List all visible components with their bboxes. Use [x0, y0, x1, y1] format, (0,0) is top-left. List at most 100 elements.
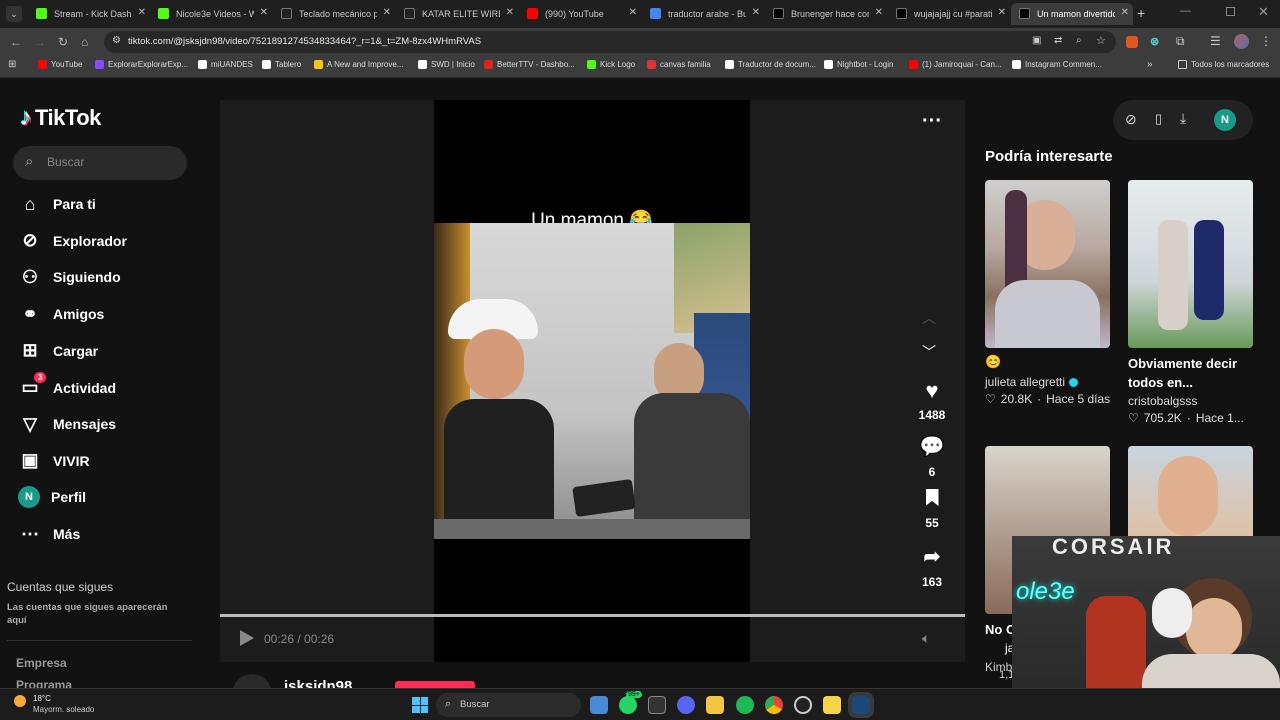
recommend-card-2-thumb[interactable]: [1128, 180, 1253, 348]
bookmark-item[interactable]: miUANDES: [198, 60, 253, 69]
nav-item-inbox[interactable]: ▭ 3 Actividad: [18, 371, 116, 400]
chrome-icon[interactable]: [765, 696, 783, 714]
more-options-icon[interactable]: ···: [922, 110, 942, 133]
url-text[interactable]: tiktok.com/@jsksjdn98/video/752189127453…: [128, 36, 481, 47]
author-avatar[interactable]: [232, 674, 272, 688]
browser-tab[interactable]: traductor arabe - Bus ✕: [642, 3, 764, 25]
prev-video-icon[interactable]: ︿: [922, 308, 936, 328]
browser-tab[interactable]: (990) YouTube ✕: [519, 3, 641, 25]
obs-icon[interactable]: [794, 696, 812, 714]
nav-item-upload[interactable]: ⊞ Cargar: [18, 339, 98, 363]
reload-icon[interactable]: ↻: [58, 35, 68, 49]
tab-close-icon[interactable]: ✕: [998, 7, 1006, 18]
comment-button[interactable]: 💬 6: [912, 434, 952, 479]
like-button[interactable]: ♥ 1488: [912, 378, 952, 422]
whatsapp-icon[interactable]: [619, 696, 637, 714]
bookmark-item[interactable]: Instagram Commen...: [1012, 60, 1102, 69]
nav-item-compass[interactable]: ⊘ Explorador: [18, 229, 126, 253]
bookmark-item[interactable]: Nightbot - Login: [824, 60, 893, 69]
save-button[interactable]: 55: [912, 489, 952, 530]
follow-button[interactable]: [395, 681, 475, 688]
weather-temp[interactable]: 18°C: [33, 694, 51, 703]
nav-item-home[interactable]: ⌂ Para ti: [18, 192, 96, 216]
browser-tab[interactable]: Nicole3e Videos - Wa ✕: [150, 3, 272, 25]
weather-icon[interactable]: [14, 695, 26, 707]
minimize-button[interactable]: —: [1180, 5, 1191, 17]
tab-search-icon[interactable]: ⌄: [6, 6, 22, 22]
tab-close-icon[interactable]: ✕: [629, 7, 637, 18]
tiktok-logo[interactable]: ♪ TikTok: [20, 104, 101, 132]
back-icon[interactable]: ←: [10, 35, 22, 49]
file-explorer-icon[interactable]: [706, 696, 724, 714]
play-icon[interactable]: [240, 630, 254, 646]
video-player[interactable]: Un mamon 😂 ··· ︿ ﹀ ♥ 1488 💬 6 55 ➦ 163 0…: [220, 100, 965, 662]
url-bar[interactable]: ⚙ tiktok.com/@jsksjdn98/video/7521891274…: [104, 31, 1116, 53]
home-icon[interactable]: ⌂: [81, 35, 88, 49]
extensions-puzzle-icon[interactable]: ⧉: [1176, 34, 1185, 49]
bookmark-item[interactable]: BetterTTV - Dashbo...: [484, 60, 575, 69]
recommend-card-1-thumb[interactable]: [985, 180, 1110, 348]
windows-start-icon[interactable]: [412, 697, 428, 713]
bookmarks-overflow-icon[interactable]: »: [1147, 59, 1153, 70]
nav-item-live[interactable]: ▣ VIVIR: [18, 449, 89, 473]
bookmark-item[interactable]: SWD | Inicio: [418, 60, 475, 69]
tab-close-icon[interactable]: ✕: [1121, 7, 1129, 18]
media-control-icon[interactable]: ☰: [1210, 34, 1221, 48]
browser-tab[interactable]: Teclado mecánico pa ✕: [273, 3, 395, 25]
nav-item-friends[interactable]: ⚭ Amigos: [18, 302, 104, 326]
bookmark-item[interactable]: YouTube: [38, 60, 82, 69]
notepad-icon[interactable]: [590, 696, 608, 714]
author-name[interactable]: jsksjdn98: [284, 678, 352, 688]
bookmark-item[interactable]: A New and Improve...: [314, 60, 403, 69]
bookmark-item[interactable]: canvas familia: [647, 60, 711, 69]
tab-close-icon[interactable]: ✕: [875, 7, 883, 18]
search-box[interactable]: ⌕ Buscar: [13, 146, 187, 180]
new-tab-button[interactable]: +: [1137, 5, 1145, 21]
bookmark-item[interactable]: (1) Jamiroquai - Can...: [909, 60, 1002, 69]
browser-tab[interactable]: Brunenger hace coro ✕: [765, 3, 887, 25]
sticky-notes-icon[interactable]: [823, 696, 841, 714]
nav-item-messages[interactable]: ▽ Mensajes: [18, 412, 116, 436]
forward-icon[interactable]: →: [34, 35, 46, 49]
coin-icon[interactable]: ⊘: [1125, 111, 1137, 128]
menu-dots-icon[interactable]: ⋮: [1260, 34, 1272, 48]
site-info-icon[interactable]: ⚙: [112, 35, 121, 46]
browser-tab[interactable]: Un mamon divertido ✕: [1011, 3, 1133, 25]
nav-item-profile[interactable]: N Perfil: [18, 485, 86, 508]
recommend-card-2-author[interactable]: cristobalgsss: [1128, 394, 1197, 408]
recommend-card-1-author[interactable]: julieta allegretti: [985, 375, 1079, 389]
nav-item-more[interactable]: ⋯ Más: [18, 522, 80, 546]
user-avatar[interactable]: N: [1214, 109, 1236, 131]
zoom-icon[interactable]: ⌕: [1076, 35, 1082, 46]
bookmark-item[interactable]: Traductor de docum...: [725, 60, 816, 69]
tab-close-icon[interactable]: ✕: [383, 7, 391, 18]
footer-link-programa[interactable]: Programa: [16, 678, 72, 688]
tab-close-icon[interactable]: ✕: [138, 7, 146, 18]
progress-track[interactable]: [220, 614, 965, 617]
close-window-button[interactable]: ✕: [1258, 4, 1269, 20]
translate-icon[interactable]: ⇄: [1054, 35, 1062, 46]
browser-tab[interactable]: Stream - Kick Dashbo ✕: [28, 3, 150, 25]
bookmark-item[interactable]: Tablero: [262, 60, 301, 69]
next-video-icon[interactable]: ﹀: [922, 342, 936, 362]
tab-close-icon[interactable]: ✕: [506, 7, 514, 18]
tab-close-icon[interactable]: ✕: [260, 7, 268, 18]
all-bookmarks-folder[interactable]: Todos los marcadores: [1178, 60, 1269, 69]
browser-tab[interactable]: wujajajajj cu #parati ✕: [888, 3, 1010, 25]
extension-ttv-icon[interactable]: ⊗: [1150, 35, 1159, 48]
bookmark-star-icon[interactable]: ☆: [1096, 34, 1106, 47]
bookmark-item[interactable]: Kick Logo: [587, 60, 635, 69]
weather-desc[interactable]: Mayorm. soleado: [33, 705, 94, 714]
tab-close-icon[interactable]: ✕: [752, 7, 760, 18]
taskbar-search[interactable]: ⌕ Buscar: [436, 693, 581, 717]
discord-icon[interactable]: [677, 696, 695, 714]
maximize-button[interactable]: [1226, 7, 1235, 16]
xbox-icon[interactable]: [648, 696, 666, 714]
download-icon[interactable]: ⤓: [1180, 110, 1186, 127]
volume-icon[interactable]: 🔈︎: [922, 630, 930, 647]
browser-tab[interactable]: KATAR ELITE WIRELES ✕: [396, 3, 518, 25]
install-app-icon[interactable]: ▣: [1032, 35, 1041, 46]
share-button[interactable]: ➦ 163: [912, 544, 952, 589]
apps-grid-icon[interactable]: ⊞: [8, 59, 16, 70]
footer-link-empresa[interactable]: Empresa: [16, 656, 67, 670]
